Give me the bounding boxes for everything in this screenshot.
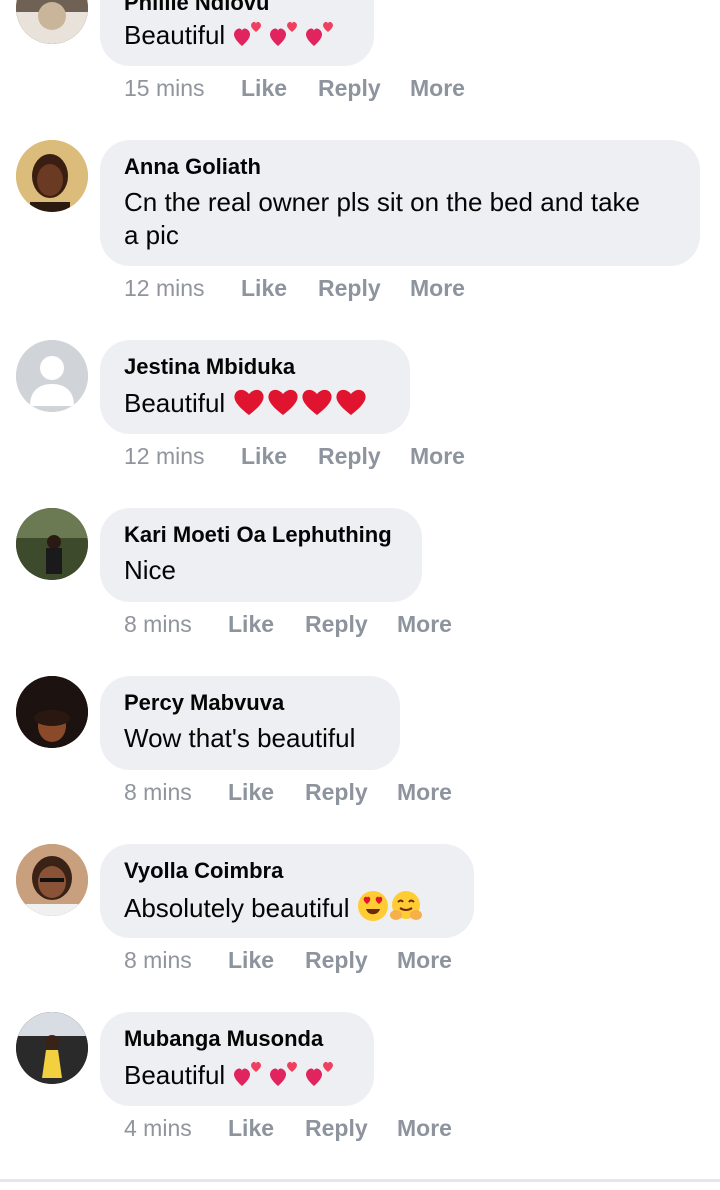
like-button[interactable]: Like (228, 611, 274, 638)
comment-text: Beautiful (124, 1058, 340, 1096)
comment-time: 8 mins (124, 779, 192, 805)
comment-author[interactable]: Vyolla Coimbra (124, 858, 283, 884)
comment-text: Cn the real owner pls sit on the bed and… (124, 186, 684, 252)
comment-bubble[interactable]: Kari Moeti Oa Lephuthing Nice (100, 508, 422, 602)
comment-bubble[interactable]: Mubanga Musonda Beautiful (100, 1012, 374, 1106)
hugging-face-icon (389, 890, 423, 930)
divider (0, 1179, 720, 1182)
comment-time: 15 mins (124, 75, 205, 101)
reply-button[interactable]: Reply (305, 611, 368, 638)
comment-text-line: a pic (124, 220, 179, 250)
like-button[interactable]: Like (228, 1115, 274, 1142)
comment-bubble[interactable]: Percy Mabvuva Wow that's beautiful (100, 676, 400, 770)
like-button[interactable]: Like (228, 779, 274, 806)
comment-author[interactable]: Mubanga Musonda (124, 1026, 323, 1052)
comment-text: Beautiful (124, 18, 340, 56)
comment-text: Beautiful (124, 386, 368, 424)
more-button[interactable]: More (397, 947, 452, 974)
more-button[interactable]: More (397, 611, 452, 638)
comment-text-content: Nice (124, 555, 177, 585)
like-button[interactable]: Like (228, 947, 274, 974)
comment-text-line: Cn the real owner pls sit on the bed and… (124, 187, 640, 217)
reply-button[interactable]: Reply (305, 947, 368, 974)
avatar[interactable] (16, 140, 88, 212)
red-heart-icon (266, 386, 300, 424)
comment-bubble[interactable]: Philile Ndlovu Beautiful (100, 0, 374, 66)
comment-bubble[interactable]: Vyolla Coimbra Absolutely beautiful (100, 844, 474, 938)
comment-time: 8 mins (124, 947, 192, 973)
avatar[interactable] (16, 340, 88, 412)
two-hearts-icon (268, 1058, 304, 1096)
reply-button[interactable]: Reply (318, 275, 381, 302)
comment-text: Nice (124, 554, 176, 587)
comment-author[interactable]: Anna Goliath (124, 154, 261, 180)
reply-button[interactable]: Reply (305, 1115, 368, 1142)
red-heart-icon (300, 386, 334, 424)
comment-text-content: Beautiful (124, 387, 226, 418)
comment-author[interactable]: Jestina Mbiduka (124, 354, 295, 380)
comment-text-content: Wow that's beautiful (124, 723, 356, 753)
comment-bubble[interactable]: Jestina Mbiduka Beautiful (100, 340, 410, 434)
reply-button[interactable]: Reply (318, 443, 381, 470)
comment-time: 12 mins (124, 275, 205, 301)
heart-eyes-icon (357, 890, 389, 930)
comment-time: 8 mins (124, 611, 192, 637)
two-hearts-icon (304, 1058, 340, 1096)
comment-text-content: Beautiful (124, 19, 226, 50)
more-button[interactable]: More (410, 275, 465, 302)
red-heart-icon (232, 386, 266, 424)
comment-text-content: Beautiful (124, 1059, 226, 1090)
comment-bubble[interactable]: Anna Goliath Cn the real owner pls sit o… (100, 140, 700, 266)
two-hearts-icon (232, 1058, 268, 1096)
avatar[interactable] (16, 0, 88, 44)
two-hearts-icon (268, 18, 304, 56)
more-button[interactable]: More (410, 75, 465, 102)
avatar[interactable] (16, 1012, 88, 1084)
avatar[interactable] (16, 676, 88, 748)
avatar[interactable] (16, 844, 88, 916)
reply-button[interactable]: Reply (305, 779, 368, 806)
comment-text-content: Absolutely beautiful (124, 892, 350, 923)
more-button[interactable]: More (397, 779, 452, 806)
like-button[interactable]: Like (241, 443, 287, 470)
comment-time: 4 mins (124, 1115, 192, 1141)
two-hearts-icon (232, 18, 268, 56)
more-button[interactable]: More (410, 443, 465, 470)
more-button[interactable]: More (397, 1115, 452, 1142)
comment-author[interactable]: Philile Ndlovu (124, 0, 269, 16)
reply-button[interactable]: Reply (318, 75, 381, 102)
comment-text: Wow that's beautiful (124, 722, 355, 755)
red-heart-icon (334, 386, 368, 424)
comment-author[interactable]: Kari Moeti Oa Lephuthing (124, 522, 392, 548)
comment-author[interactable]: Percy Mabvuva (124, 690, 284, 716)
comment-time: 12 mins (124, 443, 205, 469)
comment-text: Absolutely beautiful (124, 890, 423, 930)
avatar[interactable] (16, 508, 88, 580)
like-button[interactable]: Like (241, 75, 287, 102)
like-button[interactable]: Like (241, 275, 287, 302)
two-hearts-icon (304, 18, 340, 56)
